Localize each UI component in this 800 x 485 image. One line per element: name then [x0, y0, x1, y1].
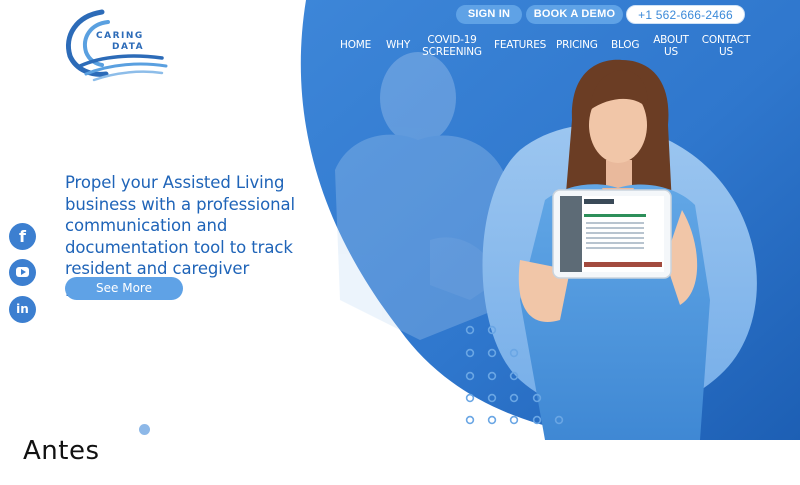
- logo-line-1: CARING: [96, 31, 144, 41]
- nav-contact-line-2: US: [719, 46, 733, 58]
- nav-contact-us[interactable]: CONTACT US: [701, 34, 751, 58]
- play-icon: [21, 269, 26, 275]
- nav-contact-line-1: CONTACT: [701, 34, 751, 46]
- nav-about-line-1: ABOUT: [653, 34, 689, 46]
- logo-line-2: DATA: [112, 42, 145, 52]
- nav-features[interactable]: FEATURES: [494, 39, 546, 51]
- youtube-icon[interactable]: [9, 259, 36, 286]
- nav-covid-line-2: SCREENING: [422, 46, 482, 58]
- carousel-indicator-dot[interactable]: [139, 424, 150, 435]
- youtube-play-box: [16, 267, 29, 277]
- nav-blog[interactable]: BLOG: [611, 39, 639, 51]
- nav-covid-screening[interactable]: COVID-19 SCREENING: [422, 34, 482, 58]
- nav-covid-line-1: COVID-19: [427, 34, 477, 46]
- nav-about-line-2: US: [664, 46, 678, 58]
- logo-wordmark: CARING DATA: [96, 31, 144, 53]
- nav-pricing[interactable]: PRICING: [556, 39, 598, 51]
- book-demo-button[interactable]: BOOK A DEMO: [526, 5, 623, 24]
- facebook-icon[interactable]: f: [9, 223, 36, 250]
- sign-in-button[interactable]: SIGN IN: [456, 5, 522, 24]
- nav-home[interactable]: HOME: [340, 39, 371, 51]
- see-more-button[interactable]: See More: [65, 277, 183, 300]
- nav-about-us[interactable]: ABOUT US: [652, 34, 690, 58]
- linkedin-icon[interactable]: in: [9, 296, 36, 323]
- caption-label: Antes: [23, 436, 100, 466]
- phone-number-link[interactable]: +1 562-666-2466: [626, 5, 745, 24]
- tablet-device: [552, 189, 672, 279]
- nav-why[interactable]: WHY: [386, 39, 410, 51]
